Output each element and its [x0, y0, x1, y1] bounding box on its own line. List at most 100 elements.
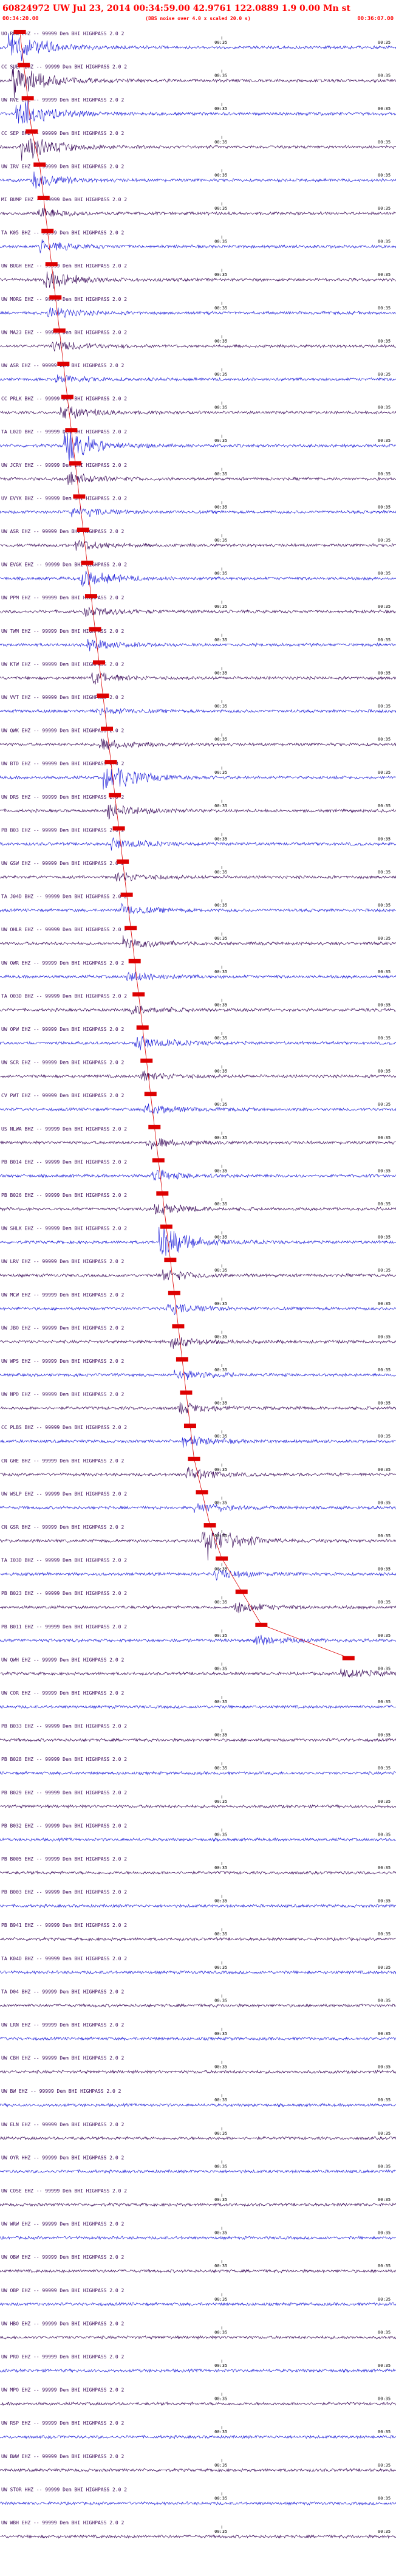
tick-label: 00:35: [378, 2397, 391, 2402]
seismic-trace: [0, 2136, 396, 2141]
channel-label: PB B011 EHZ -- 99999 Dem BHI HIGHPASS 2.…: [1, 1624, 127, 1630]
tick-label: 00:35: [378, 106, 391, 111]
tick-label: 00:35: [214, 1700, 227, 1704]
channel-label: UW WPS EHZ -- 99999 Dem BHI HIGHPASS 2.0…: [1, 1359, 124, 1364]
channel-label: TA K04D BHZ -- 99999 Dem BHI HIGHPASS 2.…: [1, 1956, 127, 1961]
seismic-trace: [0, 1870, 396, 1875]
seismic-trace: [0, 1269, 396, 1281]
tick-label: 00:35: [378, 1534, 391, 1538]
tick-label: 00:35: [214, 1832, 227, 1837]
tick-label: 00:35: [214, 239, 227, 244]
tick-label: 00:35: [214, 1235, 227, 1240]
tick-label: 00:35: [214, 106, 227, 111]
tick-label: 00:35: [378, 40, 391, 45]
tick-label: 00:35: [378, 1102, 391, 1107]
tick-label: 00:35: [378, 1168, 391, 1173]
tick-label: 00:35: [214, 2031, 227, 2036]
tick-label: 00:35: [214, 903, 227, 908]
channel-label: UW QWH EHZ -- 99999 Dem BHI HIGHPASS 2.0…: [1, 1657, 124, 1662]
seismic-trace: [0, 1503, 396, 1513]
tick-label: 00:35: [378, 405, 391, 410]
tick-label: 00:35: [378, 2496, 391, 2501]
channel-label: CN GSR BHZ -- 99999 Dem BHI HIGHPASS 2.0…: [1, 1524, 124, 1530]
channel-label: PB B026 EHZ -- 99999 Dem BHI HIGHPASS 2.…: [1, 1193, 127, 1198]
tick-label: 00:35: [214, 1467, 227, 1472]
seismic-trace: [0, 171, 396, 189]
tick-label: 00:35: [214, 2197, 227, 2202]
channel-label: UW OHLR EHZ -- 99999 Dem BHI HIGHPASS 2.…: [1, 927, 127, 932]
seismic-trace: [0, 2302, 396, 2307]
tick-label: 00:35: [214, 1202, 227, 1207]
tick-label: 00:35: [214, 1002, 227, 1007]
tick-label: 00:35: [378, 1069, 391, 1074]
seismic-trace: [0, 607, 396, 618]
seismic-trace: [0, 1169, 396, 1181]
seismic-trace: [0, 340, 396, 352]
seismic-trace: [0, 67, 396, 98]
channel-label: UW BW EHZ -- 99999 Dem BHI HIGHPASS 2.0 …: [1, 2089, 121, 2094]
tick-label: 00:35: [214, 1368, 227, 1372]
tick-label: 00:35: [214, 704, 227, 709]
seismic-trace: [0, 2434, 396, 2439]
tick-label: 00:35: [378, 1666, 391, 1671]
tick-label: 00:35: [214, 638, 227, 642]
channel-label: CN GHE BHZ -- 99999 Dem BHI HIGHPASS 2.0…: [1, 1458, 124, 1464]
tick-label: 00:35: [378, 2529, 391, 2534]
channel-label: UW PPM EHZ -- 99999 Dem BHI HIGHPASS 2.0…: [1, 595, 124, 601]
tick-label: 00:35: [378, 1334, 391, 1339]
tick-label: 00:35: [378, 1235, 391, 1240]
tick-label: 00:35: [378, 1135, 391, 1140]
tick-label: 00:35: [378, 372, 391, 377]
tick-label: 00:35: [214, 1865, 227, 1870]
channel-label: PB B003 EHZ -- 99999 Dem BHI HIGHPASS 2.…: [1, 1890, 127, 1895]
seismic-trace: [0, 405, 396, 419]
channel-label: UW TWM EHZ -- 99999 Dem BHI HIGHPASS 2.0…: [1, 629, 124, 634]
tick-label: 00:35: [378, 1899, 391, 1904]
tick-label: 00:35: [214, 870, 227, 875]
channel-label: UW LRV EHZ -- 99999 Dem BHI HIGHPASS 2.0…: [1, 1259, 124, 1264]
seismic-trace: [0, 768, 396, 790]
channel-label: UW IRV EHZ -- 99999 Dem BHI HIGHPASS 2.0…: [1, 164, 124, 169]
seismic-trace: [0, 1903, 396, 1909]
tick-label: 00:35: [214, 1334, 227, 1339]
tick-label: 00:35: [214, 1799, 227, 1804]
channel-label: UW CBH EHZ -- 99999 Dem BHI HIGHPASS 2.0…: [1, 2056, 124, 2061]
tick-label: 00:35: [214, 804, 227, 808]
seismic-trace: [0, 2368, 396, 2373]
tick-label: 00:35: [378, 2131, 391, 2136]
channel-label: UW MORG EHZ -- 99999 Dem BHI HIGHPASS 2.…: [1, 297, 127, 302]
tick-label: 00:35: [214, 936, 227, 941]
tick-label: 00:35: [378, 339, 391, 343]
tick-label: 00:35: [378, 538, 391, 543]
seismic-trace: [0, 1005, 396, 1015]
channel-label: UW GSW EHZ -- 99999 Dem BHI HIGHPASS 2.0…: [1, 861, 124, 866]
seismic-trace: [0, 1568, 396, 1581]
channel-label: UW OYR HHZ -- 99999 Dem BHI HIGHPASS 2.0…: [1, 2155, 124, 2160]
channel-label: UW HBO EHZ -- 99999 Dem BHI HIGHPASS 2.0…: [1, 2321, 124, 2326]
channel-label: UV EVYK BHZ -- 99999 Dem BHI HIGHPASS 2.…: [1, 495, 127, 501]
tick-label: 00:35: [378, 571, 391, 576]
tick-label: 00:35: [378, 1500, 391, 1505]
tick-label: 00:35: [378, 804, 391, 808]
seismic-trace: [0, 1804, 396, 1809]
tick-label: 00:35: [378, 1368, 391, 1372]
channel-label: UW ELN EHZ -- 99999 Dem BHI HIGHPASS 2.0…: [1, 2122, 124, 2127]
seismic-trace: [0, 1602, 396, 1614]
tick-label: 00:35: [214, 438, 227, 443]
seismic-trace: [0, 505, 396, 518]
tick-label: 00:35: [378, 670, 391, 675]
tick-label: 00:35: [214, 2430, 227, 2434]
channel-label: UW MCW EHZ -- 99999 Dem BHI HIGHPASS 2.0…: [1, 1292, 124, 1298]
channel-label: UW RSP EHZ -- 99999 Dem BHI HIGHPASS 2.0…: [1, 2420, 124, 2426]
seismic-trace: [0, 935, 396, 948]
tick-label: 00:35: [214, 2330, 227, 2335]
channel-label: UW STOR HHZ -- 99999 Dem BHI HIGHPASS 2.…: [1, 2487, 127, 2492]
tick-label: 00:35: [378, 239, 391, 244]
seismic-trace: [0, 2268, 396, 2274]
tick-label: 00:35: [378, 1932, 391, 1937]
seismic-trace: [0, 2335, 396, 2340]
seismic-trace: [0, 2401, 396, 2406]
channel-label: UW RVE EHZ -- 99999 Dem BHI HIGHPASS 2.0…: [1, 97, 124, 103]
tick-label: 00:35: [378, 1766, 391, 1771]
seismic-trace: [0, 804, 396, 820]
